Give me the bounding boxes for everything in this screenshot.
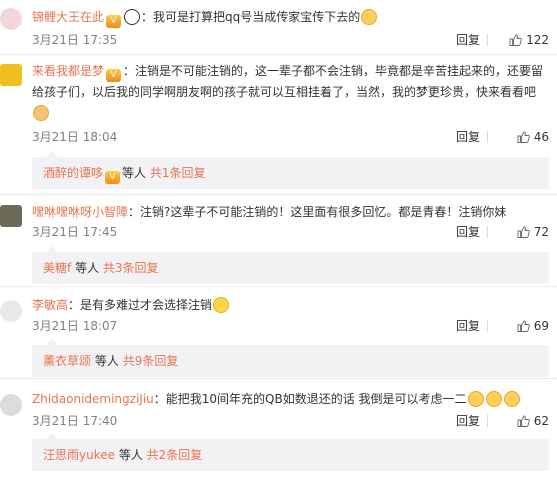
sub-reply-etc: 等人	[94, 354, 119, 368]
comment-item: 锦鲤大王在此 ：我可是打算把qq号当成传家宝传下去的 3月21日 17:35 回复…	[0, 0, 557, 53]
sub-reply-summary[interactable]: 薰衣草颂 等人 共9条回复	[32, 339, 549, 377]
avatar[interactable]	[0, 205, 22, 227]
comment-time: 3月21日 17:45	[32, 225, 118, 239]
comment-username[interactable]: 锦鲤大王在此	[32, 10, 104, 24]
sub-reply-summary[interactable]: 美糖f 等人 共3条回复	[32, 246, 549, 284]
thumb-up-icon	[509, 34, 522, 46]
thumb-up-icon	[517, 226, 530, 238]
comment-username[interactable]: 李敏高	[32, 298, 68, 312]
comment-meta: 3月21日 18:07 回复 69	[32, 316, 549, 336]
like-button[interactable]: 62	[517, 411, 549, 431]
vip-badge-icon	[106, 69, 122, 82]
vip-badge-icon	[106, 15, 122, 28]
reply-button[interactable]: 回复	[456, 127, 480, 147]
meta-divider	[487, 320, 488, 332]
like-count: 69	[533, 319, 549, 333]
cat-emoji-icon	[361, 9, 378, 25]
sub-reply-users[interactable]: 美糖f	[43, 261, 71, 275]
like-count: 62	[533, 414, 549, 428]
avatar[interactable]	[0, 64, 22, 86]
cat-emoji-icon	[503, 391, 520, 407]
reply-button[interactable]: 回复	[456, 30, 480, 50]
like-count: 122	[526, 33, 549, 47]
comment-time: 3月21日 17:35	[32, 33, 118, 47]
comment-username[interactable]: 来看我都是梦	[32, 64, 104, 78]
like-button[interactable]: 69	[517, 316, 549, 336]
meta-divider	[487, 131, 488, 143]
sub-reply-summary[interactable]: 汪思雨yukee 等人 共2条回复	[32, 433, 549, 471]
comment-text: ：注销?这辈子不可能注销的！这里面有很多回忆。都是青春！注销你妹	[128, 205, 507, 219]
comment-time: 3月21日 18:04	[32, 130, 118, 144]
cat-emoji-icon	[485, 391, 502, 407]
reply-button[interactable]: 回复	[456, 411, 480, 431]
sub-reply-users[interactable]: 汪思雨yukee	[43, 448, 115, 462]
meta-divider	[487, 34, 488, 46]
sub-reply-users[interactable]: 酒醉的谭哆	[43, 166, 103, 180]
meta-divider	[487, 415, 488, 427]
like-button[interactable]: 46	[517, 127, 549, 147]
sub-reply-count-link[interactable]: 共9条回复	[123, 354, 179, 368]
comment-meta: 3月21日 17:45 回复 72	[32, 222, 549, 242]
cat-emoji-icon	[33, 105, 49, 121]
sub-reply-etc: 等人	[118, 448, 143, 462]
comment-item: 来看我都是梦：注销是不可能注销的，这一辈子都不会注销，毕竟都是辛苦挂起来的，还要…	[0, 55, 557, 192]
reply-button[interactable]: 回复	[456, 222, 480, 242]
sad-face-emoji-icon	[213, 297, 230, 313]
reply-button[interactable]: 回复	[456, 316, 480, 336]
panda-emoji-icon	[124, 9, 141, 25]
sub-reply-count-link[interactable]: 共3条回复	[103, 261, 159, 275]
avatar[interactable]	[0, 300, 22, 322]
sub-reply-count-link[interactable]: 共2条回复	[147, 448, 203, 462]
sub-reply-count-link[interactable]: 共1条回复	[150, 166, 206, 180]
comment-username[interactable]: ZhidaonidemingziJiu	[32, 392, 154, 406]
comment-text: ：是有多难过才会选择注销	[68, 298, 213, 312]
comment-time: 3月21日 18:07	[32, 319, 118, 333]
sub-reply-summary[interactable]: 酒醉的谭哆 等人 共1条回复	[32, 151, 549, 189]
comment-meta: 3月21日 17:35 回复 122	[32, 30, 549, 50]
like-count: 72	[533, 225, 549, 239]
comment-item: 嘿咻嘿咻呀小智障：注销?这辈子不可能注销的！这里面有很多回忆。都是青春！注销你妹…	[0, 195, 557, 285]
sub-reply-users[interactable]: 薰衣草颂	[43, 354, 91, 368]
thumb-up-icon	[517, 415, 530, 427]
like-button[interactable]: 72	[517, 222, 549, 242]
cat-emoji-icon	[467, 391, 484, 407]
avatar[interactable]	[0, 394, 22, 416]
thumb-up-icon	[517, 320, 530, 332]
sub-reply-etc: 等人	[75, 261, 100, 275]
sub-reply-etc: 等人	[122, 166, 147, 180]
meta-divider	[487, 226, 488, 238]
comment-username[interactable]: 嘿咻嘿咻呀小智障	[32, 205, 128, 219]
like-count: 46	[533, 130, 549, 144]
comment-meta: 3月21日 17:40 回复 62	[32, 411, 549, 431]
comment-meta: 3月21日 18:04 回复 46	[32, 127, 549, 147]
comment-time: 3月21日 17:40	[32, 414, 118, 428]
comment-text: ：我可是打算把qq号当成传家宝传下去的	[141, 10, 361, 24]
comment-item: 李敏高：是有多难过才会选择注销 3月21日 18:07 回复 69 薰衣草颂 等…	[0, 287, 557, 377]
vip-badge-icon	[105, 171, 121, 184]
comment-item: ZhidaonidemingziJiu：能把我10间年充的QB如数退还的话 我倒…	[0, 379, 557, 480]
avatar[interactable]	[0, 8, 22, 30]
like-button[interactable]: 122	[509, 30, 549, 50]
thumb-up-icon	[517, 131, 530, 143]
comment-text: ：能把我10间年充的QB如数退还的话 我倒是可以考虑一二	[153, 392, 467, 406]
